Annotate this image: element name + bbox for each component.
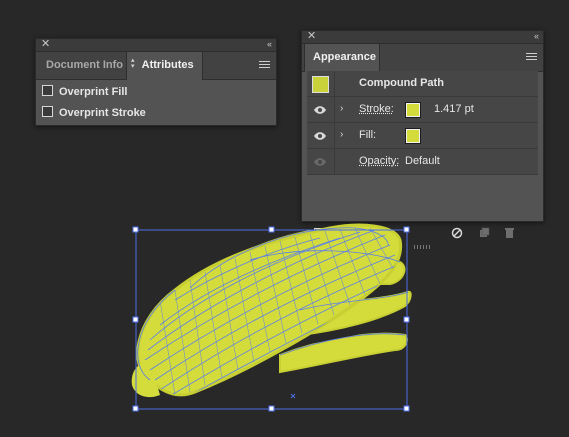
cob-body [136, 223, 403, 397]
updown-chevron-icon: ▴ ▾ [131, 57, 135, 70]
eye-icon[interactable] [313, 105, 327, 115]
stroke-visibility-cell[interactable] [307, 97, 335, 122]
selection-handles[interactable] [132, 226, 410, 412]
husk-leaf [279, 332, 408, 374]
fx-icon[interactable]: fx. [365, 224, 381, 239]
stroke-row[interactable]: › Stroke: 1.417 pt [307, 97, 538, 123]
opacity-label[interactable]: Opacity: [359, 149, 399, 174]
overprint-stroke-label: Overprint Stroke [59, 107, 146, 119]
duplicate-item-icon[interactable] [479, 227, 490, 238]
clear-appearance-icon[interactable] [451, 227, 463, 239]
appearance-panel-titlebar[interactable]: ✕ ‹‹ [302, 30, 543, 44]
header-thumb-cell [307, 71, 335, 96]
tab-document-info[interactable]: Document Info [38, 52, 131, 79]
husk-leaf [299, 290, 412, 337]
stroke-color-swatch[interactable] [405, 102, 421, 118]
center-point-icon [290, 393, 296, 399]
opacity-row[interactable]: Opacity: Default [307, 149, 538, 175]
stroke-label[interactable]: Stroke: [359, 97, 394, 122]
eye-icon[interactable] [313, 131, 327, 141]
fill-color-swatch[interactable] [405, 128, 421, 144]
husk-leaf [247, 249, 406, 287]
overprint-fill-checkbox[interactable] [42, 85, 53, 96]
opacity-value[interactable]: Default [405, 149, 440, 174]
fill-row[interactable]: › Fill: [307, 123, 538, 149]
tab-attributes-label: Attributes [141, 59, 194, 71]
collapse-icon[interactable]: ‹‹ [534, 30, 539, 42]
husk-leaf [300, 315, 397, 345]
tab-appearance-label: Appearance [313, 51, 376, 63]
new-stroke-icon[interactable] [314, 228, 325, 239]
cob-tip [131, 360, 160, 398]
panel-menu-icon[interactable] [259, 61, 270, 70]
eye-icon [314, 158, 326, 166]
object-type-label: Compound Path [359, 77, 444, 89]
selection-bounding-box[interactable] [135, 229, 408, 410]
delete-item-icon[interactable] [504, 227, 515, 239]
close-icon[interactable]: ✕ [307, 30, 316, 42]
overprint-fill-row[interactable]: Overprint Fill [42, 84, 127, 100]
stroke-weight-value[interactable]: 1.417 pt [434, 97, 474, 122]
appearance-bottom-toolbar: fx. [302, 221, 545, 245]
appearance-panel-tabs: Appearance [302, 44, 543, 72]
expand-chevron-icon[interactable]: › [340, 129, 343, 140]
husk-outlines [137, 227, 409, 381]
close-icon[interactable]: ✕ [41, 38, 50, 50]
panel-menu-icon[interactable] [526, 53, 537, 62]
collapse-icon[interactable]: ‹‹ [267, 38, 272, 50]
tab-document-info-label: Document Info [46, 59, 123, 71]
overprint-stroke-checkbox[interactable] [42, 106, 53, 117]
overprint-fill-label: Overprint Fill [59, 86, 128, 98]
resize-grip[interactable] [414, 245, 432, 249]
tab-attributes[interactable]: ▴ ▾ Attributes [126, 52, 203, 80]
overprint-stroke-row[interactable]: Overprint Stroke [42, 105, 146, 121]
object-thumbnail [312, 76, 329, 93]
new-fill-icon[interactable] [340, 228, 351, 239]
fill-visibility-cell[interactable] [307, 123, 335, 148]
kernel-grid [159, 227, 396, 395]
kernel-pattern [144, 229, 399, 395]
appearance-panel: ✕ ‹‹ Appearance Compound Path › Stroke: [301, 30, 544, 249]
expand-chevron-icon[interactable]: › [340, 103, 343, 114]
compound-path-row[interactable]: Compound Path [307, 71, 538, 97]
tab-appearance[interactable]: Appearance [304, 44, 380, 72]
attributes-panel: ✕ ‹‹ Document Info ▴ ▾ Attributes Overpri… [35, 38, 277, 126]
fill-label[interactable]: Fill: [359, 123, 376, 148]
attributes-panel-tabs: Document Info ▴ ▾ Attributes [36, 52, 276, 80]
attributes-panel-titlebar[interactable]: ✕ ‹‹ [36, 38, 276, 52]
opacity-visibility-cell [307, 149, 335, 174]
